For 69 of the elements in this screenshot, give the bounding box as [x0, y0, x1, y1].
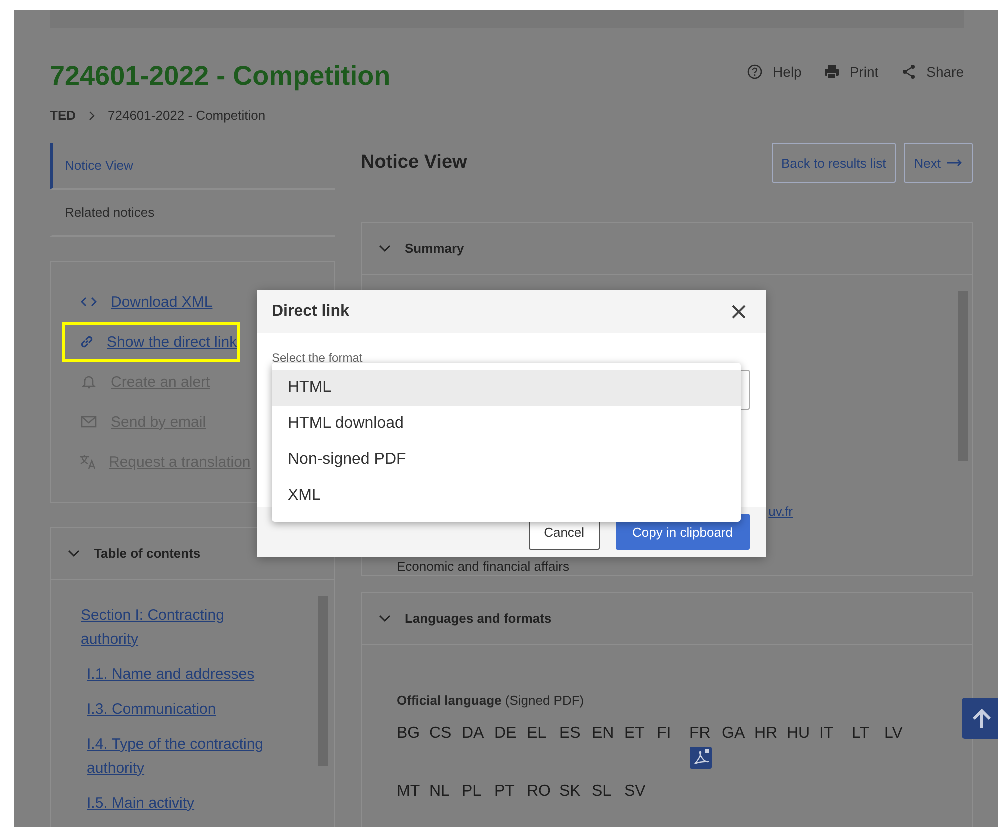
page-title: 724601-2022 - Competition	[50, 61, 391, 92]
back-button[interactable]: Back to results list	[772, 143, 896, 183]
language-link[interactable]: HU	[787, 725, 810, 743]
dropdown-option[interactable]: Non-signed PDF	[272, 442, 741, 478]
help-icon	[747, 64, 764, 80]
envelope-icon	[81, 416, 97, 428]
toc-link[interactable]: I.4. Type of the contracting authority	[87, 733, 281, 781]
language-link[interactable]: DA	[462, 725, 484, 743]
close-button[interactable]	[731, 304, 747, 320]
language-link[interactable]: GA	[722, 725, 746, 743]
language-link[interactable]: EN	[592, 725, 614, 743]
language-link[interactable]: HR	[754, 725, 778, 743]
next-button[interactable]: Next	[904, 143, 973, 183]
breadcrumb-link[interactable]: 724601-2022 - Competition	[108, 108, 266, 123]
language-link[interactable]: ES	[560, 725, 581, 743]
format-note: (Signed PDF)	[505, 693, 584, 708]
language-link[interactable]: BG	[397, 725, 420, 743]
scroll-to-top-button[interactable]	[962, 698, 998, 739]
pdf-icon[interactable]	[690, 747, 712, 769]
chevron-right-icon	[88, 110, 96, 120]
toc-link[interactable]: Section I: Contracting authority	[81, 604, 281, 652]
sidebar-tab[interactable]: Notice View	[50, 143, 335, 190]
language-link[interactable]: FI	[657, 725, 672, 743]
dropdown-option[interactable]: XML	[272, 478, 741, 514]
action-link[interactable]: Download XML	[111, 294, 213, 310]
header-link[interactable]: Print	[824, 64, 879, 80]
toc-link[interactable]: I.5. Main activity	[87, 792, 281, 816]
language-link[interactable]: EL	[527, 725, 547, 743]
action-link[interactable]: Show the direct link	[107, 334, 238, 350]
sidebar-tab[interactable]: Related notices	[50, 190, 335, 237]
language-link[interactable]: SK	[560, 783, 581, 801]
language-link[interactable]: ET	[624, 725, 645, 743]
email-link[interactable]: uv.fr	[768, 504, 793, 519]
header-link[interactable]: Help	[747, 64, 802, 80]
panel-title: Table of contents	[94, 546, 201, 561]
language-label: Official language	[397, 693, 502, 708]
language-link[interactable]: NL	[430, 783, 450, 801]
dropdown-option[interactable]: HTML	[272, 370, 741, 406]
share-icon	[900, 64, 917, 80]
language-link[interactable]: DE	[494, 725, 517, 743]
breadcrumb-link[interactable]: TED	[50, 108, 76, 123]
language-link[interactable]: FR	[690, 725, 711, 743]
language-link[interactable]: LT	[852, 725, 870, 743]
language-link[interactable]: CS	[430, 725, 452, 743]
panel-title: Languages and formats	[405, 611, 552, 626]
toc-link[interactable]: I.3. Communication	[87, 698, 281, 722]
translate-icon	[79, 454, 97, 470]
language-link[interactable]: SL	[592, 783, 612, 801]
section-title: Notice View	[361, 152, 468, 174]
dialog-title: Direct link	[272, 302, 350, 320]
panel-title: Summary	[405, 241, 464, 256]
arrow-right-icon	[947, 159, 963, 167]
toc-link[interactable]: I.1. Name and addresses	[87, 663, 281, 687]
language-link[interactable]: PT	[494, 783, 515, 801]
summary-text: Economic and financial affairs	[397, 559, 570, 574]
link-icon	[79, 334, 95, 350]
field-label: Select the format	[272, 351, 363, 365]
language-link[interactable]: IT	[820, 725, 834, 743]
printer-icon	[824, 64, 840, 80]
language-link[interactable]: MT	[397, 783, 420, 801]
header-link[interactable]: Share	[900, 64, 964, 80]
bell-icon	[82, 374, 96, 390]
language-link[interactable]: RO	[527, 783, 551, 801]
arrow-up-icon	[970, 706, 994, 730]
language-link[interactable]: PL	[462, 783, 482, 801]
code-icon	[81, 296, 97, 308]
language-link[interactable]: LV	[884, 725, 903, 743]
language-link[interactable]: SV	[624, 783, 646, 801]
dropdown-option[interactable]: HTML download	[272, 406, 741, 442]
